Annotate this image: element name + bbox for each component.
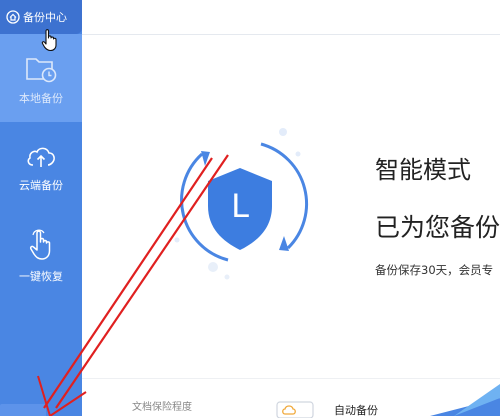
red-annotation-arrows xyxy=(37,154,229,416)
hand-cursor-icon xyxy=(41,29,57,52)
